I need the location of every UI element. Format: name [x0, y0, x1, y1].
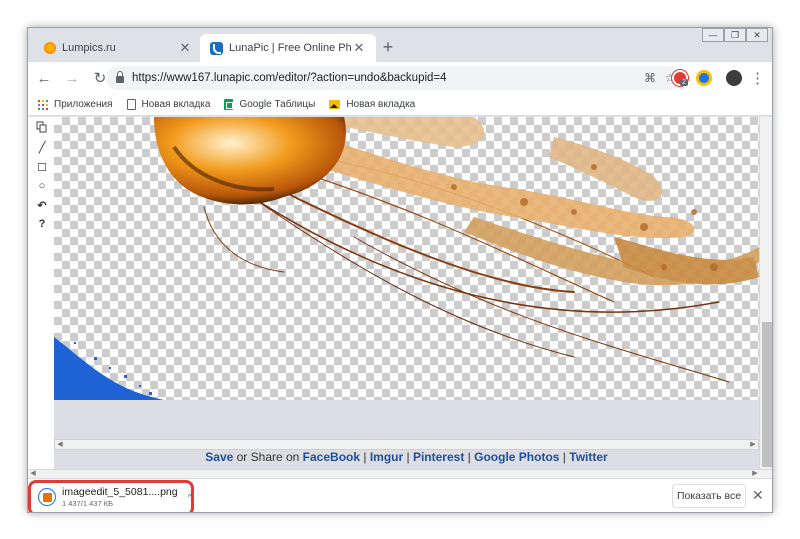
- share-separator: |: [403, 450, 413, 464]
- url-text[interactable]: https://www167.lunapic.com/editor/?actio…: [132, 72, 640, 84]
- scroll-right-icon[interactable]: ▶: [750, 470, 760, 478]
- bookmark-apps[interactable]: Приложения: [38, 99, 113, 110]
- bookmark-new-tab-2[interactable]: Новая вкладка: [329, 99, 415, 110]
- help-icon[interactable]: ?: [35, 217, 49, 231]
- page-horizontal-scrollbar[interactable]: ◀ ▶: [28, 469, 772, 478]
- page-icon: [126, 99, 136, 110]
- tab-title: Lumpics.ru: [62, 42, 116, 54]
- share-separator: |: [360, 450, 370, 464]
- copy-icon[interactable]: [35, 121, 49, 135]
- lunapic-favicon-icon: [210, 41, 223, 55]
- editor-toolbox: ╱ ☐ ○ ↶ ?: [28, 117, 54, 469]
- close-shelf-icon[interactable]: ✕: [752, 487, 764, 504]
- tab-lunapic[interactable]: LunaPic | Free Online Photo Edito ✕: [200, 34, 376, 62]
- show-all-button[interactable]: Показать все: [672, 484, 746, 508]
- tab-strip: Lumpics.ru ✕ LunaPic | Free Online Photo…: [28, 28, 772, 62]
- google-photos-link[interactable]: Google Photos: [474, 450, 559, 464]
- image-icon: [329, 100, 341, 109]
- browser-window: Lumpics.ru ✕ LunaPic | Free Online Photo…: [27, 27, 773, 513]
- share-separator: |: [464, 450, 475, 464]
- scroll-left-icon[interactable]: ◀: [28, 470, 38, 478]
- bookmark-label: Новая вкладка: [346, 99, 416, 110]
- bookmark-label: Google Таблицы: [239, 99, 316, 110]
- restore-button[interactable]: ❐: [724, 28, 746, 42]
- imgur-link[interactable]: Imgur: [370, 450, 403, 464]
- back-button[interactable]: ←: [32, 70, 56, 87]
- chrome-menu-icon[interactable]: ⋮: [750, 69, 765, 87]
- share-links-bar: Save or Share on FaceBook | Imgur | Pint…: [54, 450, 759, 464]
- download-item[interactable]: imageedit_5_5081....png 1 437/1 437 КБ ^: [38, 484, 192, 510]
- circle-icon[interactable]: ○: [35, 179, 49, 193]
- download-shelf: imageedit_5_5081....png 1 437/1 437 КБ ^…: [28, 478, 772, 512]
- jellyfish-image: [54, 117, 759, 400]
- download-size: 1 437/1 437 КБ: [62, 499, 113, 508]
- close-tab-icon[interactable]: ✕: [352, 40, 366, 56]
- translate-icon[interactable]: ⌘: [640, 71, 660, 85]
- close-window-button[interactable]: ✕: [746, 28, 768, 42]
- undo-icon[interactable]: ↶: [35, 199, 49, 213]
- scroll-right-icon[interactable]: ▶: [748, 440, 758, 449]
- browser-toolbar: ← → ↻ https://www167.lunapic.com/editor/…: [28, 62, 772, 94]
- png-file-icon: [38, 488, 56, 506]
- chevron-up-icon[interactable]: ^: [188, 492, 192, 502]
- bookmark-label: Новая вкладка: [141, 99, 211, 110]
- share-separator: |: [559, 450, 570, 464]
- scroll-left-icon[interactable]: ◀: [55, 440, 65, 449]
- forward-button[interactable]: →: [60, 70, 84, 87]
- bookmark-label: Приложения: [54, 99, 113, 110]
- rectangle-icon[interactable]: ☐: [35, 161, 49, 175]
- scrollbar-thumb[interactable]: [762, 322, 772, 467]
- address-bar[interactable]: https://www167.lunapic.com/editor/?actio…: [106, 66, 680, 90]
- profile-avatar[interactable]: [726, 70, 742, 86]
- image-canvas[interactable]: [54, 117, 759, 400]
- close-tab-icon[interactable]: ✕: [178, 40, 192, 56]
- minimize-button[interactable]: —: [702, 28, 724, 42]
- sun-favicon-icon: [44, 42, 56, 54]
- line-icon[interactable]: ╱: [35, 141, 49, 155]
- tab-title: LunaPic | Free Online Photo Edito: [229, 42, 352, 54]
- share-text: or Share on: [233, 450, 303, 464]
- new-tab-button[interactable]: +: [378, 38, 398, 56]
- page-vertical-scrollbar[interactable]: [759, 117, 772, 469]
- download-info: imageedit_5_5081....png 1 437/1 437 КБ: [62, 486, 178, 508]
- canvas-horizontal-scrollbar[interactable]: ◀ ▶: [54, 439, 759, 450]
- apps-grid-icon: [38, 99, 48, 110]
- tab-lumpics[interactable]: Lumpics.ru ✕: [34, 34, 202, 62]
- download-filename: imageedit_5_5081....png: [62, 486, 178, 498]
- twitter-link[interactable]: Twitter: [569, 450, 607, 464]
- facebook-link[interactable]: FaceBook: [303, 450, 360, 464]
- sheets-icon: [224, 99, 234, 110]
- vpn-extension-icon[interactable]: [696, 70, 712, 86]
- bookmarks-bar: Приложения Новая вкладка Google Таблицы …: [28, 94, 772, 116]
- lock-icon: [116, 70, 124, 83]
- bookmark-google-sheets[interactable]: Google Таблицы: [224, 99, 315, 110]
- save-link[interactable]: Save: [205, 450, 233, 464]
- pinterest-link[interactable]: Pinterest: [413, 450, 464, 464]
- extension-badge: 2: [680, 79, 688, 86]
- page-content: ╱ ☐ ○ ↶ ? ◀ ▶ Save or Share on FaceBook …: [28, 117, 772, 469]
- bookmark-new-tab-1[interactable]: Новая вкладка: [126, 99, 211, 110]
